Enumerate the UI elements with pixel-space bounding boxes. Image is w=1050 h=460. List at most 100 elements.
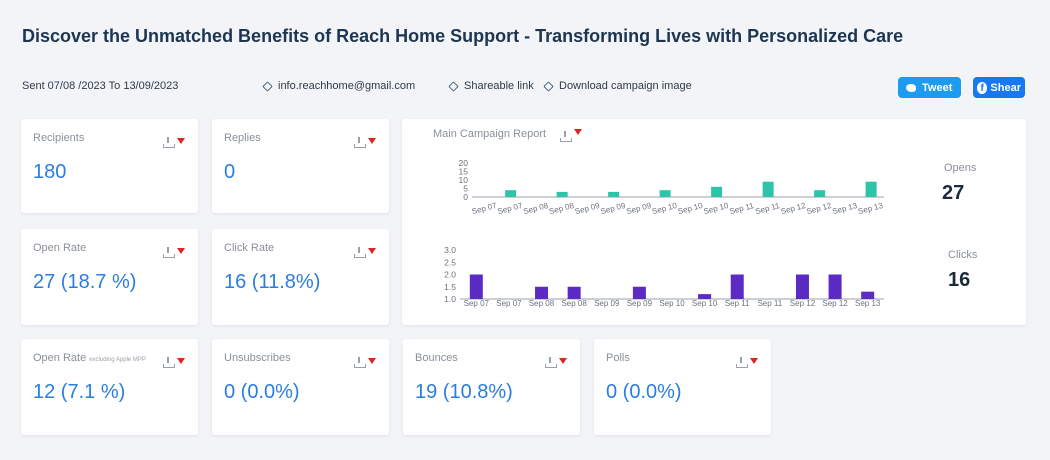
y-tick-label: 2.5 [444, 257, 456, 267]
x-tick-label: Sep 07 [496, 299, 522, 308]
y-tick-label: 20 [459, 158, 469, 168]
x-tick-label: Sep 11 [757, 299, 782, 308]
dropdown-arrow-icon[interactable] [368, 248, 376, 254]
y-tick-label: 0 [463, 192, 468, 202]
x-tick-label: Sep 08 [529, 299, 555, 308]
x-tick-label: Sep 08 [561, 299, 587, 308]
email-info: info.reachhome@gmail.com [262, 80, 416, 92]
dropdown-arrow-icon[interactable] [177, 358, 185, 364]
download-icon[interactable] [163, 137, 175, 148]
card-value: 180 [33, 161, 67, 183]
cube-icon [262, 80, 273, 92]
card-label: Open Rate excluding Apple MPP [33, 352, 146, 364]
opens-bar [659, 190, 671, 197]
download-icon[interactable] [163, 357, 175, 368]
opens-bar [556, 191, 568, 197]
card-label: Click Rate [224, 242, 275, 254]
x-tick-label: Sep 10 [703, 201, 730, 216]
card-value: 19 (10.8%) [415, 381, 513, 403]
card-polls: Polls 0 (0.0%) [594, 339, 771, 435]
download-image-text[interactable]: Download campaign image [559, 80, 692, 92]
card-label: Open Rate [33, 242, 87, 254]
card-bounces: Bounces 19 (10.8%) [403, 339, 580, 435]
main-campaign-report: Main Campaign Report 0 5 10 15 20 Sep 07 Sep 0… [402, 119, 1026, 325]
card-label-note: excluding Apple MPP [89, 357, 146, 363]
card-value: 0 [224, 161, 236, 183]
tweet-button[interactable]: Tweet [898, 77, 961, 98]
card-label: Recipients [33, 132, 85, 144]
y-tick-label: 5 [463, 184, 468, 194]
clicks-bar [828, 274, 842, 299]
x-tick-label: Sep 11 [754, 201, 781, 216]
x-tick-label: Sep 13 [857, 201, 884, 216]
shareable-link-text[interactable]: Shareable link [464, 80, 534, 92]
clicks-bar [567, 286, 581, 299]
x-tick-label: Sep 10 [677, 201, 704, 216]
opens-bar [865, 181, 877, 197]
dropdown-arrow-icon[interactable] [177, 138, 185, 144]
x-tick-label: Sep 13 [855, 299, 881, 308]
download-icon[interactable] [736, 357, 748, 368]
y-tick-label: 10 [459, 175, 469, 185]
card-label: Bounces [415, 352, 458, 364]
card-value: 12 (7.1 %) [33, 381, 126, 403]
x-tick-label: Sep 09 [625, 201, 652, 216]
opens-bar [711, 186, 723, 197]
download-icon[interactable] [354, 137, 366, 148]
card-value: 16 (11.8%) [224, 271, 321, 293]
card-click-rate: Click Rate 16 (11.8%) [212, 229, 389, 325]
card-open-rate: Open Rate 27 (18.7 %) [21, 229, 198, 325]
x-tick-label: Sep 09 [574, 201, 601, 216]
sent-range-text: Sent 07/08 /2023 To 13/09/2023 [22, 80, 179, 92]
x-tick-label: Sep 08 [522, 201, 549, 216]
x-tick-label: Sep 10 [659, 299, 685, 308]
x-tick-label: Sep 07 [464, 299, 490, 308]
dropdown-arrow-icon[interactable] [559, 358, 567, 364]
download-icon[interactable] [545, 357, 557, 368]
dropdown-arrow-icon[interactable] [368, 138, 376, 144]
card-value: 0 (0.0%) [606, 381, 682, 403]
y-tick-label: 15 [459, 167, 469, 177]
tweet-label: Tweet [922, 81, 953, 94]
card-label: Polls [606, 352, 630, 364]
card-replies: Replies 0 [212, 119, 389, 213]
x-tick-label: Sep 11 [729, 201, 756, 216]
x-tick-label: Sep 09 [594, 299, 620, 308]
download-icon[interactable] [354, 247, 366, 258]
x-tick-label: Sep 10 [651, 201, 678, 216]
dropdown-arrow-icon[interactable] [368, 358, 376, 364]
y-tick-label: 1.5 [444, 282, 456, 292]
x-tick-label: Sep 12 [790, 299, 816, 308]
report-charts: 05101520Sep 07Sep 07Sep 08Sep 08Sep 09Se… [444, 158, 884, 308]
x-tick-label: Sep 09 [600, 201, 627, 216]
clicks-bar [730, 274, 744, 299]
twitter-icon [906, 83, 916, 92]
clicks-bar [861, 291, 875, 299]
download-icon[interactable] [163, 247, 175, 258]
cube-icon [448, 80, 459, 92]
card-value: 0 (0.0%) [224, 381, 300, 403]
opens-bar [762, 181, 774, 197]
clicks-bar [632, 286, 646, 299]
facebook-share-button[interactable]: f Shear [973, 77, 1025, 98]
card-open-rate-excluding-apple: Open Rate excluding Apple MPP 12 (7.1 %) [21, 339, 198, 435]
clicks-bar [535, 286, 549, 299]
x-tick-label: Sep 09 [627, 299, 653, 308]
x-tick-label: Sep 12 [822, 299, 848, 308]
opens-bar [608, 191, 620, 197]
card-recipients: Recipients 180 [21, 119, 198, 213]
page-title: Discover the Unmatched Benefits of Reach… [22, 26, 904, 46]
sent-range: Sent 07/08 /2023 To 13/09/2023 [22, 80, 178, 92]
card-unsubscribes: Unsubscribes 0 (0.0%) [212, 339, 389, 435]
download-icon[interactable] [354, 357, 366, 368]
dropdown-arrow-icon[interactable] [177, 248, 185, 254]
share-label: Shear [990, 81, 1021, 94]
dropdown-arrow-icon[interactable] [750, 358, 758, 364]
download-campaign-image[interactable]: Download campaign image [543, 80, 692, 92]
clicks-label: Clicks [948, 249, 978, 261]
shareable-link[interactable]: Shareable link [448, 80, 534, 92]
cube-icon [543, 80, 554, 92]
email-text: info.reachhome@gmail.com [278, 80, 416, 92]
clicks-bar [795, 274, 809, 299]
x-tick-label: Sep 13 [831, 201, 858, 216]
